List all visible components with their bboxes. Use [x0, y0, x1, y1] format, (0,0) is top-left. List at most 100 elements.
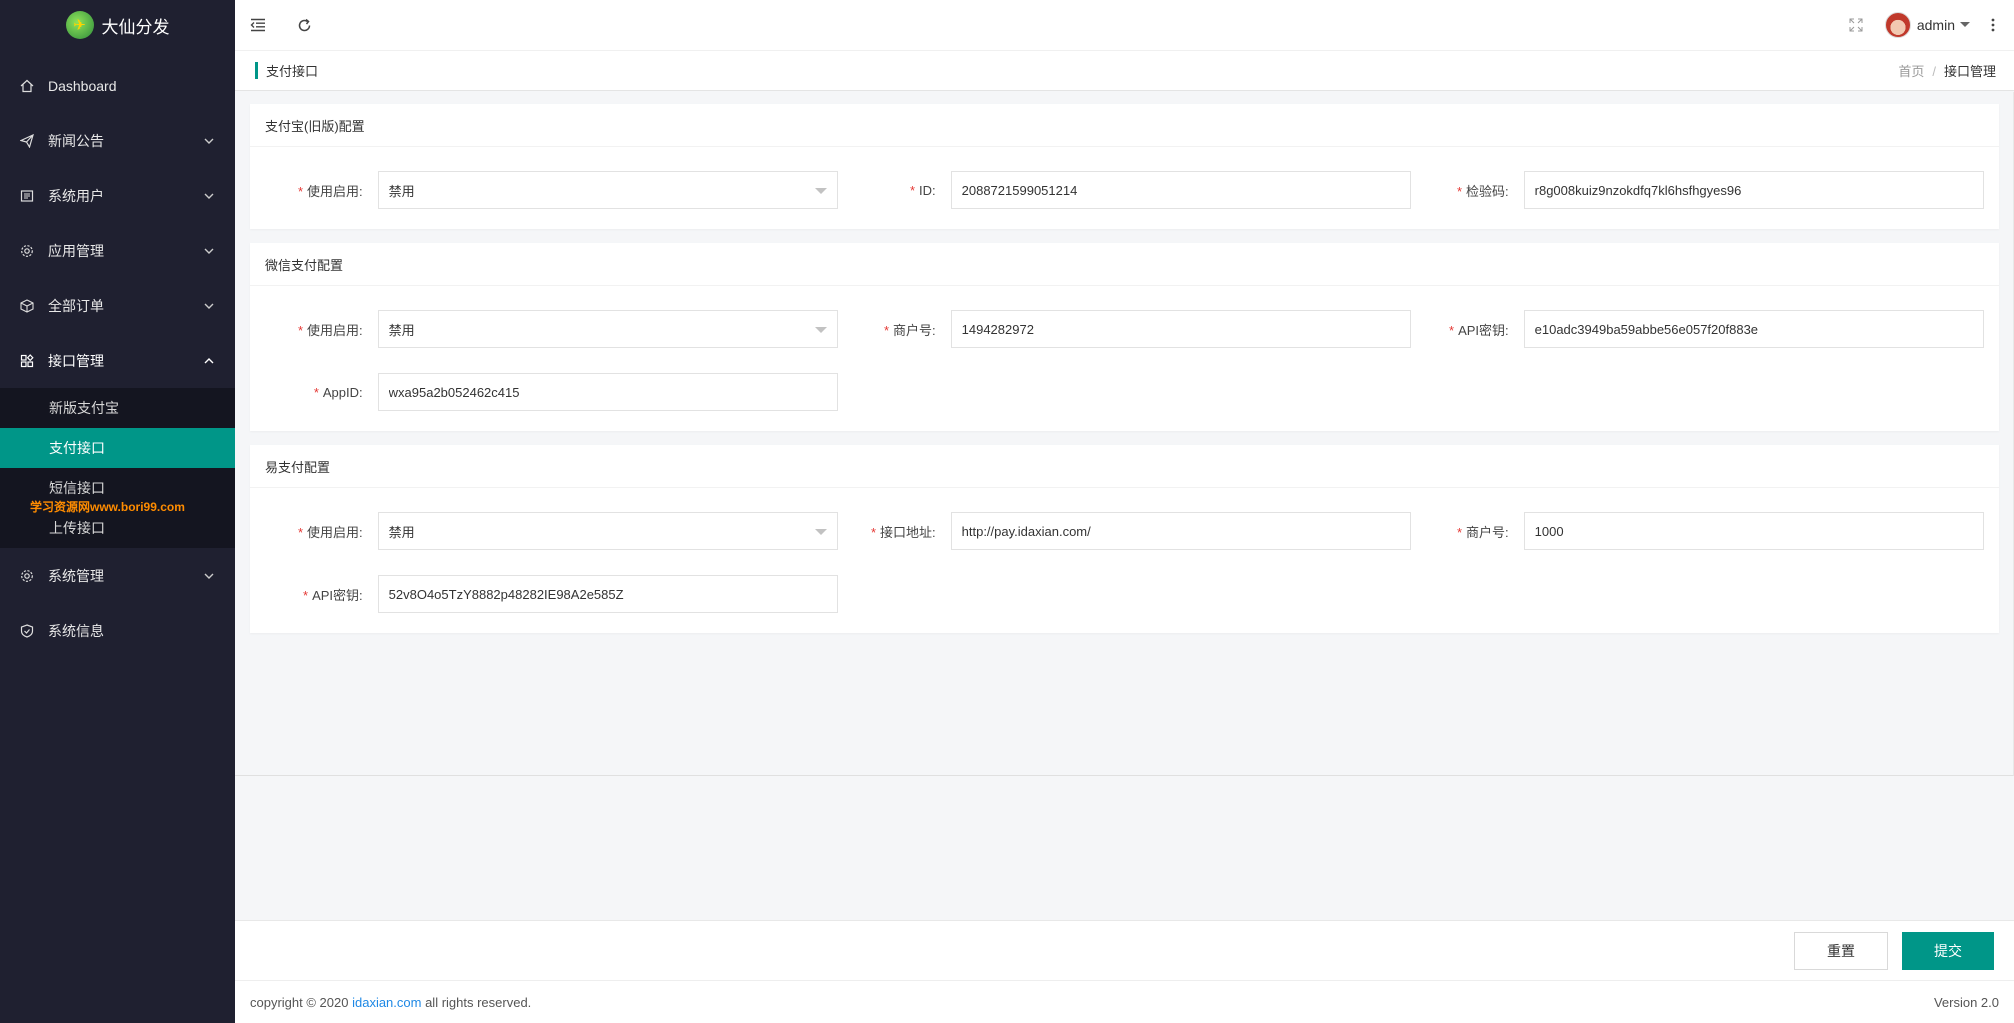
gear-icon: [20, 569, 34, 583]
alipay-key-input[interactable]: [1523, 171, 1984, 209]
field-label: 商户号:: [1466, 524, 1509, 540]
app-logo[interactable]: ✈ 大仙分发: [0, 0, 235, 50]
sidebar-item-api[interactable]: 接口管理: [0, 333, 235, 388]
sidebar-item-sysinfo[interactable]: 系统信息: [0, 603, 235, 658]
breadcrumb-home[interactable]: 首页: [1898, 64, 1924, 79]
field-label: 使用启用:: [307, 322, 363, 338]
gear-icon: [20, 244, 34, 258]
alipay-key-field: * 检验码:: [1411, 171, 1984, 209]
epay-enable-field: * 使用启用: 禁用: [265, 512, 838, 550]
field-label: 商户号:: [893, 322, 936, 338]
page-footer: copyright © 2020 idaxian.com all rights …: [235, 980, 2014, 1023]
app-name: 大仙分发: [101, 17, 170, 37]
chevron-down-icon: [204, 138, 214, 144]
alipay-enable-field: * 使用启用: 禁用: [265, 171, 838, 209]
epay-config-card: 易支付配置 *使用启用: 禁用 *接口地址: *商户号:: [250, 445, 1999, 633]
chevron-down-icon: [204, 303, 214, 309]
alipay-id-input[interactable]: [950, 171, 1411, 209]
field-label: AppID:: [322, 384, 363, 400]
box-icon: [20, 298, 34, 313]
page-title: 支付接口: [266, 64, 319, 79]
required-mark: *: [297, 183, 304, 199]
chevron-down-icon: [204, 573, 214, 579]
epay-enable-select[interactable]: 禁用: [377, 512, 838, 550]
version-text: Version 2.0: [1933, 994, 1999, 1010]
wechat-enable-select[interactable]: 禁用: [377, 310, 838, 348]
chevron-up-icon: [204, 357, 214, 363]
chevron-down-icon: [204, 248, 214, 254]
site-link[interactable]: idaxian.com: [352, 995, 421, 1010]
caret-down-icon: [815, 529, 827, 535]
breadcrumb-separator: /: [1932, 64, 1936, 79]
form-action-bar: 重置 提交: [235, 920, 2014, 980]
select-value: 禁用: [388, 524, 415, 540]
shield-icon: [20, 623, 34, 638]
sidebar-item-users[interactable]: 系统用户: [0, 168, 235, 223]
card-title: 易支付配置: [250, 445, 1999, 488]
sidebar-subitem-new-alipay[interactable]: 新版支付宝: [0, 388, 235, 428]
avatar: [1884, 12, 1911, 38]
field-label: API密钥:: [312, 587, 363, 603]
more-options-button[interactable]: [1978, 0, 2008, 50]
fullscreen-icon: [1849, 18, 1863, 32]
field-label: 使用启用:: [307, 183, 363, 199]
sidebar-subitem-payment[interactable]: 支付接口: [0, 428, 235, 468]
required-mark: *: [1449, 322, 1455, 338]
epay-url-field: * 接口地址:: [838, 512, 1411, 550]
wechat-apikey-input[interactable]: [1523, 310, 1984, 348]
send-icon: [20, 133, 34, 148]
refresh-button[interactable]: [281, 0, 327, 50]
page-titlebar: 支付接口 首页 / 接口管理: [235, 50, 2014, 91]
wechat-mch-input[interactable]: [950, 310, 1411, 348]
required-mark: *: [313, 384, 319, 400]
alipay-config-card: 支付宝(旧版)配置 *使用启用: 禁用 *ID: *检验码:: [250, 104, 1999, 229]
submit-button[interactable]: 提交: [1902, 931, 1994, 970]
fullscreen-button[interactable]: [1833, 0, 1879, 50]
title-accent-bar: [255, 62, 258, 79]
refresh-icon: [298, 18, 310, 31]
epay-mch-field: * 商户号:: [1411, 512, 1984, 550]
rocket-logo-icon: ✈: [65, 11, 94, 39]
sidebar-item-label: 系统管理: [48, 567, 104, 584]
sidebar-item-label: Dashboard: [48, 77, 117, 94]
select-value: 禁用: [388, 322, 415, 338]
epay-url-input[interactable]: [950, 512, 1411, 550]
toggle-sidebar-button[interactable]: [235, 0, 281, 50]
sidebar-submenu-api: 新版支付宝 支付接口 短信接口 上传接口: [0, 388, 235, 548]
home-icon: [20, 79, 34, 93]
required-mark: *: [303, 587, 309, 603]
api-icon: [20, 353, 34, 368]
sidebar-item-label: 新闻公告: [48, 132, 104, 149]
sidebar-item-label: 应用管理: [48, 242, 104, 259]
reset-button[interactable]: 重置: [1794, 931, 1888, 970]
copyright-text: copyright © 2020 idaxian.com all rights …: [250, 995, 1934, 1010]
sidebar-item-apps[interactable]: 应用管理: [0, 223, 235, 278]
wechat-appid-input[interactable]: [377, 373, 838, 411]
wechat-apikey-field: * API密钥:: [1411, 310, 1984, 348]
copyright-suffix: all rights reserved.: [421, 994, 532, 1010]
sidebar-item-orders[interactable]: 全部订单: [0, 278, 235, 333]
field-label: API密钥:: [1458, 322, 1509, 338]
required-mark: *: [883, 322, 890, 338]
more-vertical-icon: [1991, 18, 1995, 32]
field-label: ID:: [919, 182, 936, 198]
top-header: admin: [235, 0, 2014, 50]
sidebar-item-system[interactable]: 系统管理: [0, 548, 235, 603]
required-mark: *: [297, 322, 304, 338]
epay-mch-input[interactable]: [1523, 512, 1984, 550]
sidebar-item-label: 全部订单: [48, 297, 104, 314]
chevron-down-icon: [204, 193, 214, 199]
menu-fold-icon: [250, 18, 265, 32]
field-label: 使用启用:: [307, 524, 363, 540]
sidebar-item-label: 系统用户: [48, 187, 104, 204]
user-menu[interactable]: admin: [1879, 12, 1978, 38]
alipay-enable-select[interactable]: 禁用: [377, 171, 838, 209]
wechat-appid-field: * AppID:: [265, 373, 838, 411]
sidebar-item-news[interactable]: 新闻公告: [0, 113, 235, 168]
epay-apikey-input[interactable]: [377, 575, 838, 613]
sidebar-item-dashboard[interactable]: Dashboard: [0, 58, 235, 113]
card-title: 微信支付配置: [250, 243, 1999, 286]
required-mark: *: [1456, 524, 1463, 540]
required-mark: *: [1456, 183, 1463, 199]
sidebar-item-label: 系统信息: [48, 622, 104, 639]
